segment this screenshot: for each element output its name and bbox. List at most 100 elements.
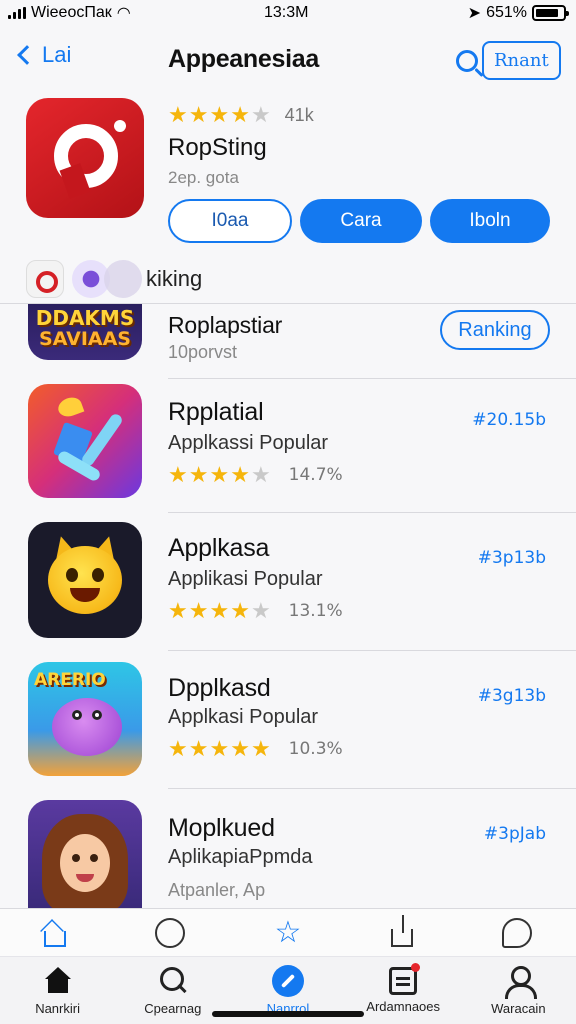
divider bbox=[168, 512, 576, 513]
app-icon[interactable] bbox=[28, 384, 142, 498]
star-rating-icon: ★ ★ ★ ★ ★ bbox=[168, 738, 271, 760]
status-time: 13:3M bbox=[264, 4, 309, 21]
secondary-toolbar: ☆ bbox=[0, 908, 576, 956]
featured-button-2[interactable]: Cara bbox=[300, 199, 422, 243]
news-icon bbox=[389, 963, 421, 995]
star-icon: ★ bbox=[250, 462, 271, 487]
star-icon: ★ bbox=[230, 598, 250, 623]
star-icon: ★ bbox=[209, 102, 230, 127]
featured-rating: ★ ★ ★ ★ ★ 41k bbox=[168, 104, 314, 126]
home-icon bbox=[42, 965, 74, 997]
app-meta: 10porvst bbox=[168, 342, 238, 362]
featured-button-1[interactable]: I0aa bbox=[168, 199, 292, 243]
app-icon[interactable]: DDAKMS SAVIAAS bbox=[28, 304, 142, 360]
star-icon: ★ bbox=[188, 598, 209, 623]
tab-home[interactable]: Nanrkiri bbox=[0, 957, 115, 1024]
list-item[interactable]: Moplkued AplikapiaPpmda Atpanler, Ap #3p… bbox=[0, 798, 576, 908]
app-title: Dpplkasd bbox=[168, 674, 271, 702]
star-icon: ★ bbox=[188, 462, 209, 487]
tab-label: Nanrkiri bbox=[35, 1001, 80, 1016]
battery-percent: 651% bbox=[486, 4, 527, 21]
rating-count: 41k bbox=[284, 104, 314, 125]
signal-icon bbox=[8, 7, 26, 19]
back-label: Lai bbox=[42, 42, 72, 67]
compass-icon bbox=[271, 965, 304, 997]
app-subtitle: Applikasi Popular bbox=[168, 568, 323, 590]
star-outline-icon[interactable]: ☆ bbox=[273, 917, 303, 948]
tab-profile[interactable]: Waracain bbox=[461, 957, 576, 1024]
ranking-button[interactable]: Ranking bbox=[440, 310, 550, 350]
star-icon: ★ bbox=[209, 462, 230, 487]
star-icon: ★ bbox=[188, 102, 209, 127]
location-icon: ➤ bbox=[467, 5, 482, 22]
app-title: Roplapstiar bbox=[168, 312, 283, 338]
star-icon: ★ bbox=[230, 462, 250, 487]
divider bbox=[168, 788, 576, 789]
app-price[interactable]: #3g13b bbox=[478, 686, 546, 706]
star-icon: ★ bbox=[209, 736, 230, 761]
star-icon: ★ bbox=[250, 598, 271, 623]
rating-percent: 10.3% bbox=[288, 739, 343, 759]
app-subtitle: Applkasi Popular bbox=[168, 706, 319, 728]
featured-app-subtitle: 2ep. gota bbox=[168, 168, 239, 187]
chat-icon[interactable] bbox=[501, 917, 532, 948]
nav-bar: Lai Appeanesiaa Rnant bbox=[0, 36, 576, 86]
star-icon: ★ bbox=[188, 736, 209, 761]
star-icon: ★ bbox=[168, 736, 188, 761]
featured-app-name: RopSting bbox=[168, 134, 267, 161]
star-rating-icon: ★ ★ ★ ★ ★ bbox=[168, 600, 271, 622]
star-icon: ★ bbox=[230, 102, 250, 127]
app-title: Rpplatial bbox=[168, 398, 264, 426]
nav-pill-button[interactable]: Rnant bbox=[482, 41, 561, 80]
wifi-icon: ◠ bbox=[116, 5, 131, 22]
nav-search-group[interactable]: Rnant bbox=[456, 41, 561, 80]
star-rating-icon: ★ ★ ★ ★ ★ bbox=[168, 464, 271, 486]
filter-chip-icon[interactable] bbox=[26, 260, 64, 298]
app-icon[interactable]: ARERIO bbox=[28, 662, 142, 776]
app-icon[interactable] bbox=[28, 522, 142, 638]
app-subtitle: AplikapiaPpmda bbox=[168, 846, 313, 868]
rating-percent: 14.7% bbox=[288, 465, 343, 485]
person-icon bbox=[502, 965, 538, 999]
filter-label[interactable]: kiking bbox=[146, 266, 202, 292]
tab-label: Cpearnag bbox=[144, 1001, 202, 1016]
chevron-left-icon bbox=[17, 45, 37, 65]
star-icon: ★ bbox=[250, 736, 271, 761]
app-title: Moplkued bbox=[168, 814, 275, 842]
list-item[interactable]: DDAKMS SAVIAAS Roplapstiar 10porvst Rank… bbox=[0, 304, 576, 380]
status-bar: WieeocПак ◠ 13:3M ➤ 651% bbox=[0, 0, 576, 26]
list-item[interactable]: ARERIO Dpplkasd Applkasi Popular ★ ★ ★ ★ ★ 1… bbox=[0, 660, 576, 794]
app-rating: ★ ★ ★ ★ ★ 13.1% bbox=[168, 600, 343, 622]
search-icon[interactable] bbox=[456, 49, 478, 72]
list-item[interactable]: Rpplatial Applkassi Popular ★ ★ ★ ★ ★ 14.7% … bbox=[0, 384, 576, 518]
list-item[interactable]: Applkasa Applikasi Popular ★ ★ ★ ★ ★ 13.1% #… bbox=[0, 522, 576, 656]
back-button[interactable]: Lai bbox=[14, 42, 71, 68]
carrier-label: WieeocПак bbox=[31, 4, 112, 21]
featured-app: ★ ★ ★ ★ ★ 41k RopSting 2ep. gota I0aa Cara I… bbox=[0, 96, 576, 256]
featured-button-3[interactable]: Iboln bbox=[430, 199, 550, 243]
app-rating: ★ ★ ★ ★ ★ 10.3% bbox=[168, 738, 343, 760]
star-icon: ★ bbox=[168, 598, 188, 623]
tab-label: Ardamnaoes bbox=[366, 999, 441, 1014]
rating-percent: 13.1% bbox=[288, 601, 343, 621]
app-price[interactable]: #3pJab bbox=[484, 824, 546, 844]
app-rating: ★ ★ ★ ★ ★ 14.7% bbox=[168, 464, 343, 486]
home-indicator[interactable] bbox=[212, 1011, 364, 1017]
app-price[interactable]: #20.15b bbox=[472, 410, 546, 430]
app-meta: Atpanler, Ap bbox=[168, 880, 266, 900]
filter-chip-icon[interactable] bbox=[104, 260, 142, 298]
app-title: Applkasa bbox=[168, 534, 270, 562]
app-icon[interactable] bbox=[28, 800, 142, 908]
star-icon: ★ bbox=[230, 736, 250, 761]
share-icon[interactable] bbox=[391, 914, 414, 947]
divider bbox=[168, 378, 576, 379]
smile-icon[interactable] bbox=[154, 917, 185, 948]
filter-row: kiking bbox=[26, 258, 202, 300]
app-price[interactable]: #3p13b bbox=[478, 548, 546, 568]
home-outline-icon[interactable] bbox=[44, 930, 67, 947]
star-icon: ★ bbox=[250, 102, 271, 127]
featured-app-icon[interactable] bbox=[26, 98, 144, 218]
star-icon: ★ bbox=[168, 462, 188, 487]
app-subtitle: Applkassi Popular bbox=[168, 432, 329, 454]
star-icon: ★ bbox=[168, 102, 188, 127]
